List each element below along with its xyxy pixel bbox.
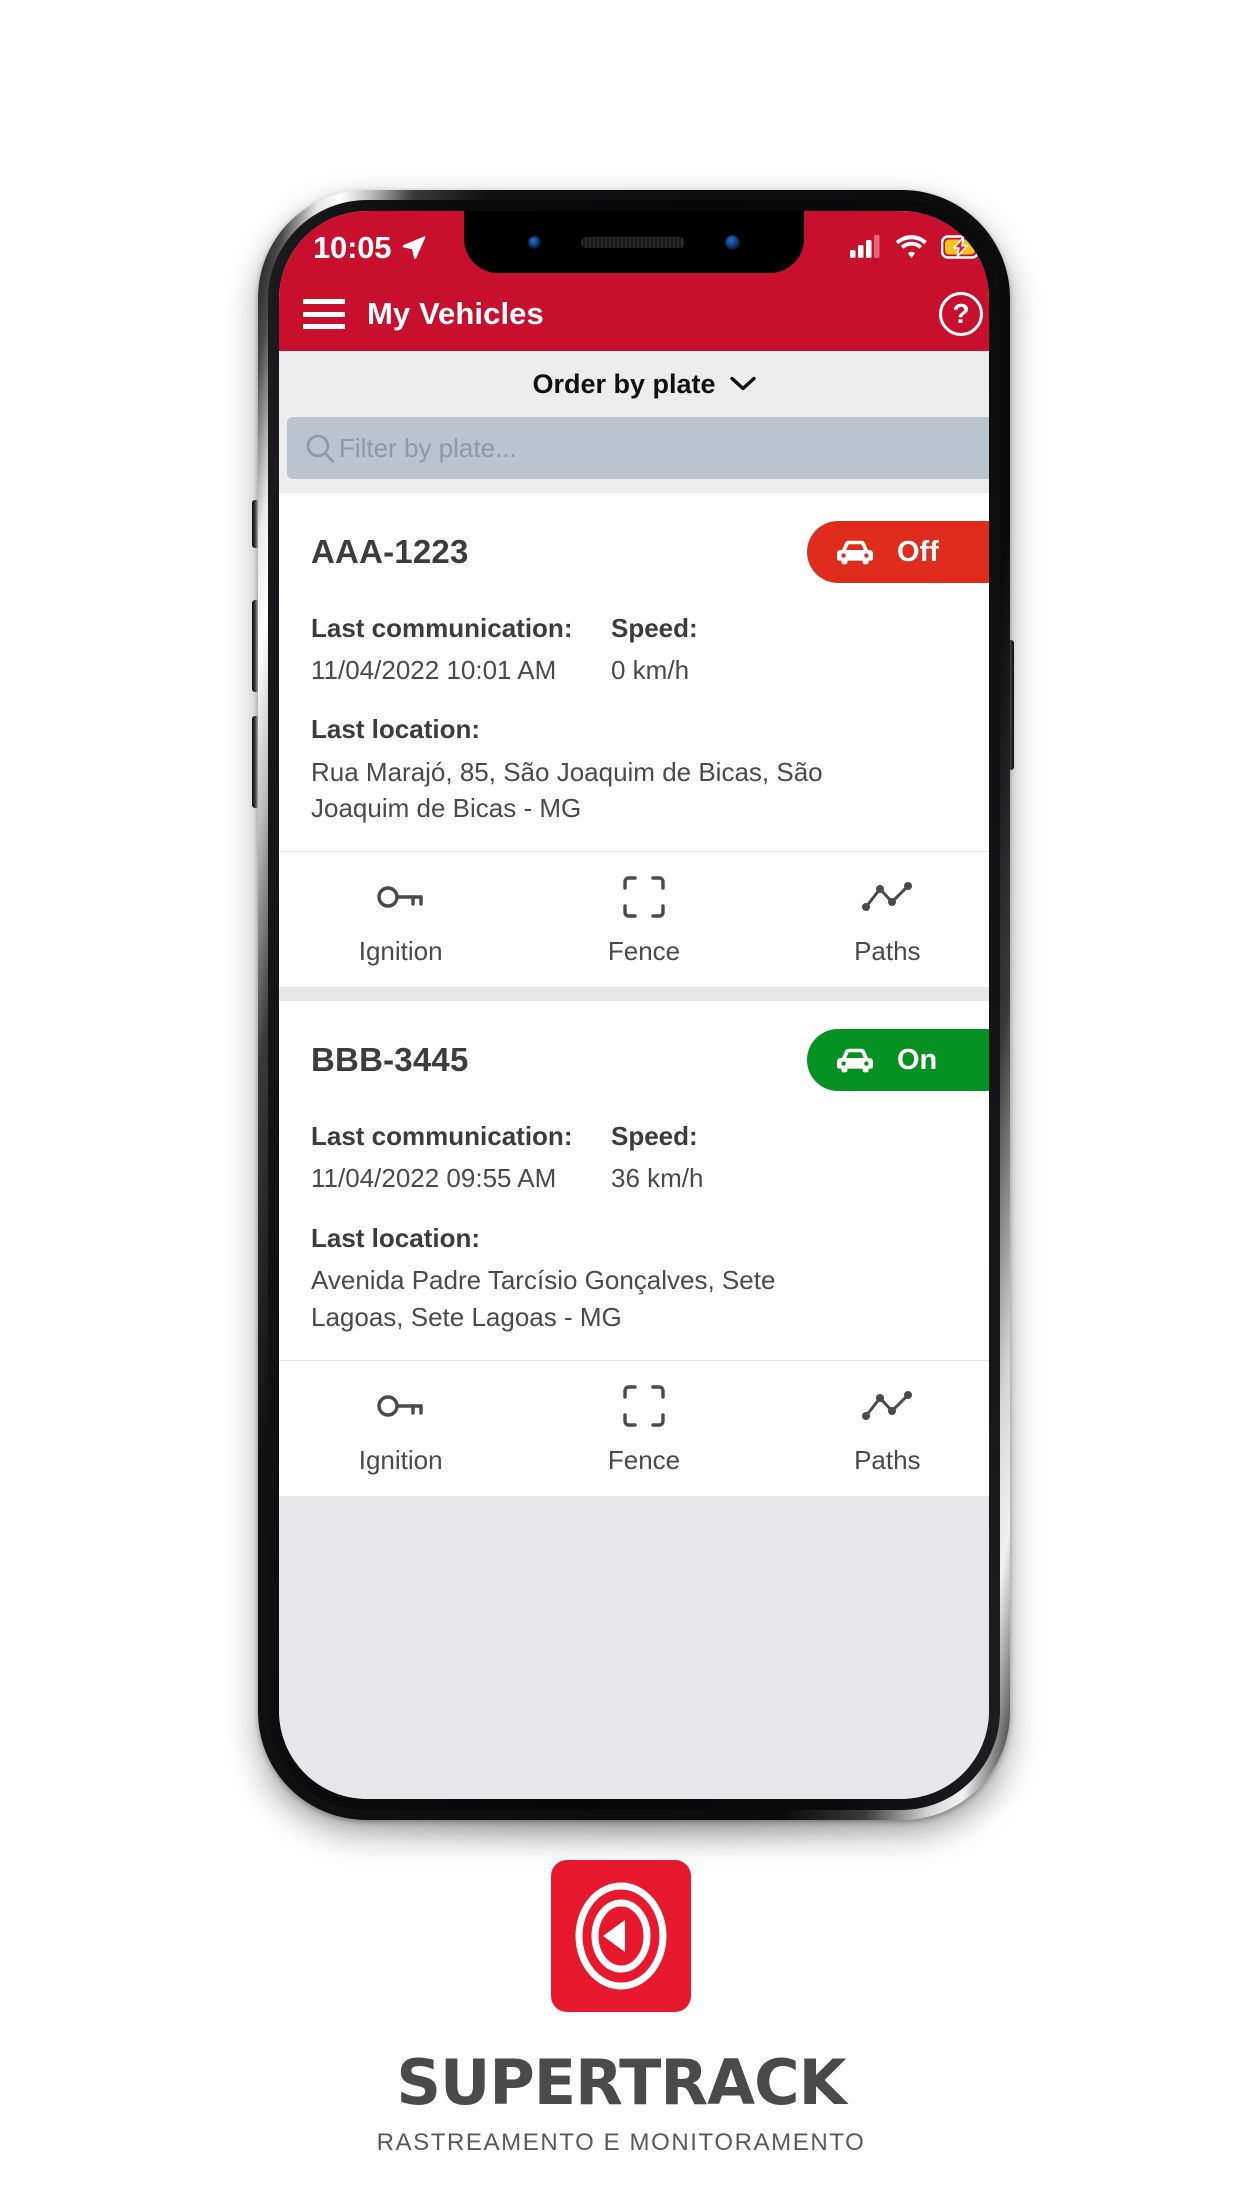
last-communication-label: Last communication: — [311, 1121, 573, 1152]
last-communication-block: Last communication: 11/04/2022 09:55 AM — [311, 1119, 611, 1196]
search-placeholder: Filter by plate... — [339, 432, 517, 463]
help-glyph: ? — [952, 298, 970, 329]
ignition-status-badge: Off — [807, 521, 989, 583]
display-notch — [464, 211, 804, 273]
fence-action-label: Fence — [607, 1444, 681, 1475]
last-communication-block: Last communication: 11/04/2022 10:01 AM — [311, 611, 611, 688]
ignition-action-label: Ignition — [358, 1444, 443, 1475]
status-time: 10:05 — [313, 229, 392, 265]
ignition-action-button[interactable]: Ignition — [279, 1383, 522, 1476]
paths-action-button[interactable]: Paths — [766, 874, 989, 967]
order-by-label: Order by plate — [532, 368, 716, 399]
paths-action-label: Paths — [854, 936, 921, 967]
fence-brackets-icon — [622, 1383, 666, 1429]
status-bar-left: 10:05 — [313, 232, 428, 263]
last-location-value: Rua Marajó, 85, São Joaquim de Bicas, Sã… — [311, 756, 823, 824]
vehicle-plate: AAA-1223 — [311, 533, 469, 570]
last-communication-value: 11/04/2022 09:55 AM — [311, 1163, 557, 1194]
search-icon — [306, 434, 335, 463]
last-location-block: Last location: Rua Marajó, 85, São Joaqu… — [311, 712, 977, 827]
speed-label: Speed: — [611, 1121, 698, 1152]
fence-action-button[interactable]: Fence — [522, 1383, 765, 1476]
ignition-action-label: Ignition — [358, 936, 443, 967]
front-camera-left-icon — [528, 235, 541, 249]
ignition-action-button[interactable]: Ignition — [279, 874, 522, 967]
vehicle-meta-row: Last communication: 11/04/2022 09:55 AM … — [311, 1119, 977, 1196]
car-icon — [837, 540, 873, 565]
paths-line-chart-icon — [861, 1383, 913, 1429]
paths-action-button[interactable]: Paths — [766, 1383, 989, 1476]
vehicle-meta-row: Last communication: 11/04/2022 10:01 AM … — [311, 611, 977, 688]
last-communication-label: Last communication: — [311, 613, 573, 643]
vehicle-card[interactable]: BBB-3445 On Last communication: 11/04/20… — [279, 1001, 989, 1496]
last-location-label: Last location: — [311, 714, 481, 745]
last-location-value: Avenida Padre Tarcísio Gonçalves, Sete L… — [311, 1264, 776, 1332]
status-bar-right — [850, 234, 983, 260]
ignition-status-label: Off — [897, 535, 939, 568]
help-question-icon[interactable]: ? — [939, 292, 983, 336]
vehicle-card-header: AAA-1223 Off — [311, 519, 989, 585]
vehicle-card-header: BBB-3445 On — [311, 1027, 989, 1093]
last-location-label: Last location: — [311, 1222, 481, 1253]
last-communication-value: 11/04/2022 10:01 AM — [311, 655, 557, 686]
brand-block: SUPERTRACK RASTREAMENTO E MONITORAMENTO — [0, 1860, 1242, 2157]
location-arrow-icon — [402, 235, 426, 259]
search-input[interactable]: Filter by plate... — [287, 417, 989, 479]
search-section: Filter by plate... — [279, 417, 989, 493]
cellular-signal-icon — [850, 235, 880, 258]
speed-block: Speed: 36 km/h — [611, 1119, 977, 1196]
battery-charging-icon — [941, 235, 983, 259]
key-icon — [375, 1383, 427, 1429]
speed-label: Speed: — [611, 613, 698, 643]
earpiece-speaker — [581, 236, 685, 248]
phone-bezel: 10:05 My Vehicles ? Order by plate Filte… — [268, 200, 1000, 1810]
app-bar: My Vehicles ? — [279, 277, 989, 351]
vehicle-actions: Ignition Fence Paths — [279, 851, 989, 987]
paths-line-chart-icon — [861, 874, 913, 920]
supertrack-radar-arrow-logo — [551, 1860, 691, 2012]
ignition-status-badge: On — [807, 1029, 989, 1092]
screenshot-canvas: 10:05 My Vehicles ? Order by plate Filte… — [0, 0, 1242, 2208]
chevron-down-icon — [729, 376, 756, 391]
key-icon — [375, 874, 427, 920]
app-viewport: 10:05 My Vehicles ? Order by plate Filte… — [279, 211, 989, 1799]
page-title: My Vehicles — [367, 296, 544, 331]
hamburger-menu-icon[interactable] — [303, 299, 345, 329]
vehicle-actions: Ignition Fence Paths — [279, 1359, 989, 1496]
vehicle-plate: BBB-3445 — [311, 1041, 469, 1079]
fence-action-button[interactable]: Fence — [522, 874, 765, 967]
ignition-status-label: On — [897, 1043, 938, 1076]
speed-value: 36 km/h — [611, 1163, 704, 1194]
phone-screen: 10:05 My Vehicles ? Order by plate Filte… — [279, 211, 989, 1799]
fence-action-label: Fence — [607, 936, 681, 967]
vehicle-card[interactable]: AAA-1223 Off Last communication: 11/04/2… — [279, 493, 989, 988]
vehicle-card-body: AAA-1223 Off Last communication: 11/04/2… — [279, 493, 989, 851]
phone-frame: 10:05 My Vehicles ? Order by plate Filte… — [258, 190, 1010, 1820]
car-icon — [837, 1049, 873, 1073]
vehicle-card-body: BBB-3445 On Last communication: 11/04/20… — [279, 1001, 989, 1359]
front-camera-right-icon — [725, 234, 740, 250]
brand-tagline: RASTREAMENTO E MONITORAMENTO — [376, 2129, 866, 2156]
last-location-block: Last location: Avenida Padre Tarcísio Go… — [311, 1221, 977, 1336]
vehicle-list[interactable]: AAA-1223 Off Last communication: 11/04/2… — [279, 493, 989, 1799]
brand-name: SUPERTRACK — [396, 2046, 846, 2119]
speed-value: 0 km/h — [611, 655, 690, 686]
paths-action-label: Paths — [854, 1444, 921, 1475]
speed-block: Speed: 0 km/h — [611, 611, 977, 688]
order-by-selector[interactable]: Order by plate — [279, 351, 989, 417]
wifi-icon — [895, 235, 927, 258]
fence-brackets-icon — [622, 874, 666, 920]
